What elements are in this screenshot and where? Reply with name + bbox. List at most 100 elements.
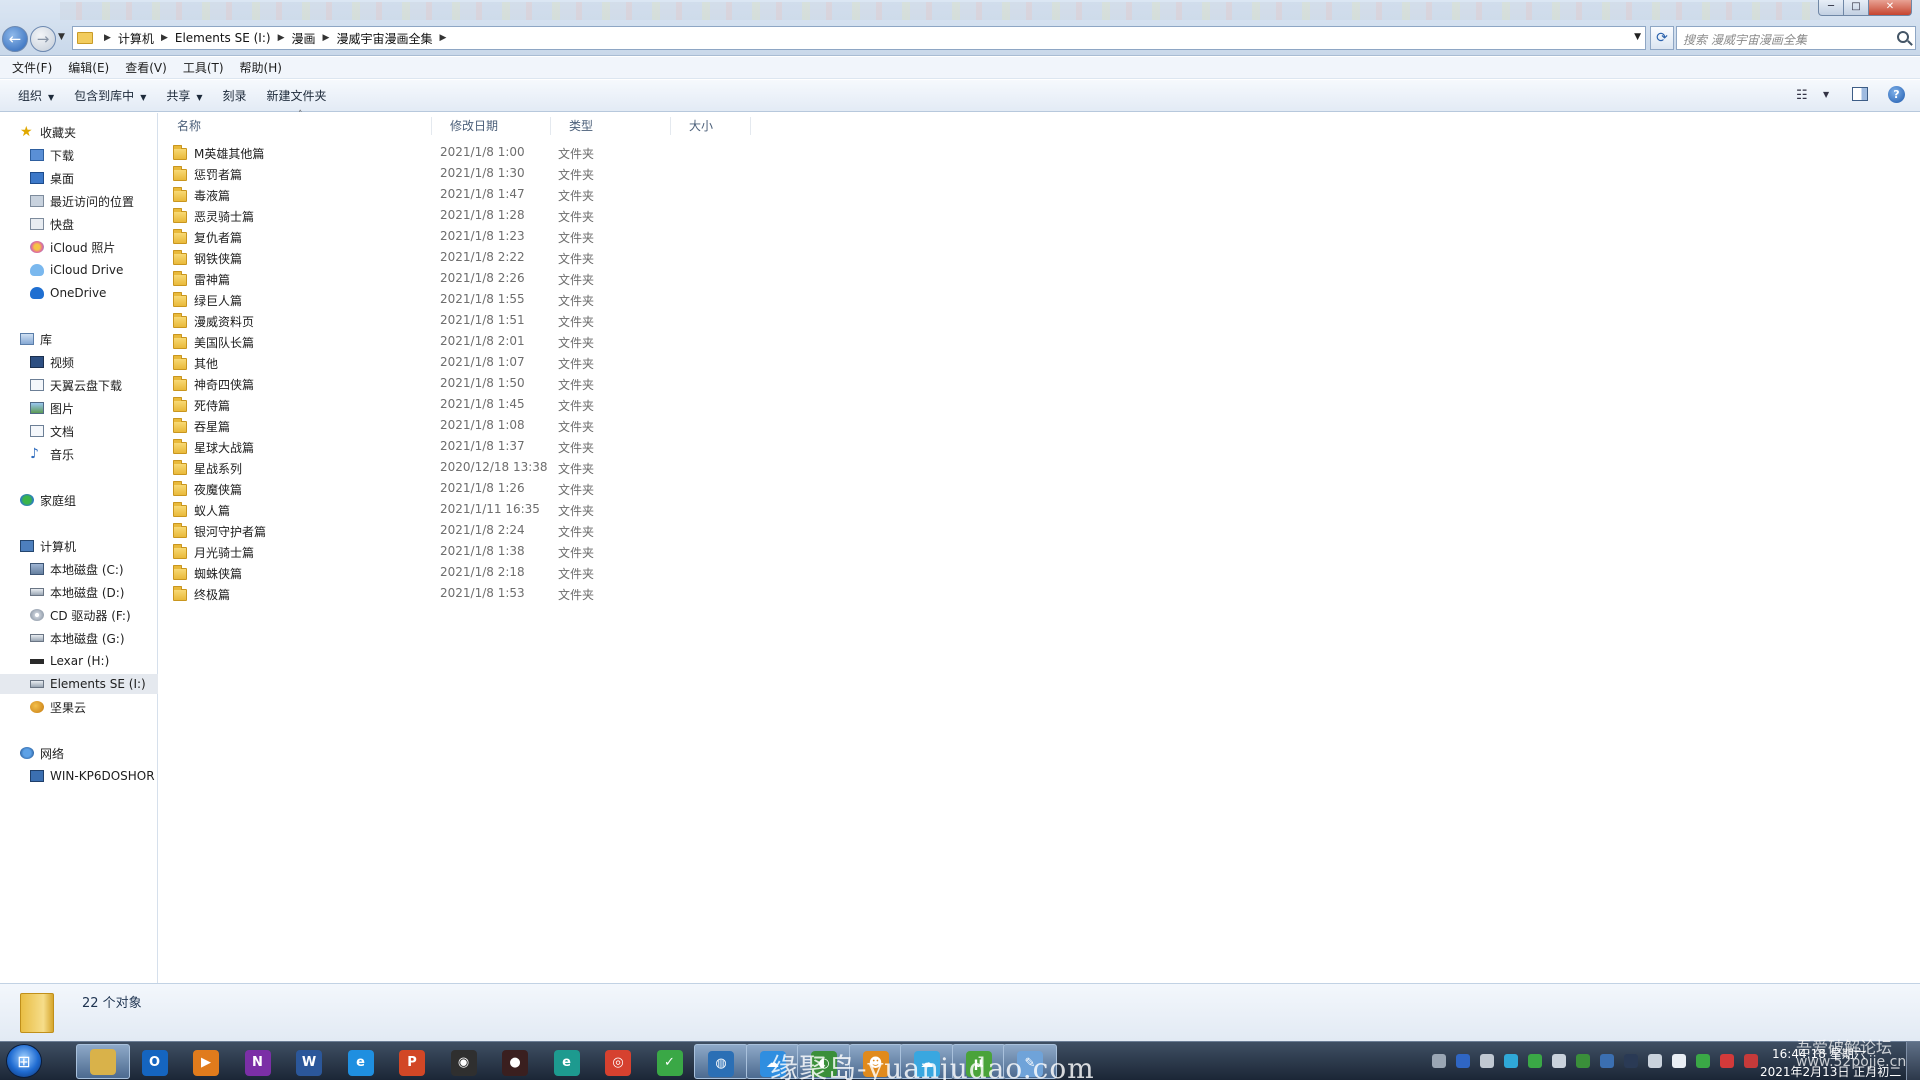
tray-icon[interactable] (1552, 1054, 1566, 1068)
file-row[interactable]: 钢铁侠篇 2021/1/8 2:22 文件夹 (173, 247, 753, 267)
chrome-taskbar-button[interactable]: ◎ (591, 1044, 645, 1079)
menu-edit[interactable]: 编辑(E) (60, 59, 117, 76)
nav-pictures[interactable]: 图片 (0, 398, 158, 418)
refresh-button[interactable]: ⟳ (1650, 26, 1674, 50)
start-button[interactable]: ⊞ (6, 1044, 42, 1078)
green-app-taskbar-button[interactable]: ✓ (643, 1044, 697, 1079)
breadcrumb-separator-icon[interactable]: ▶ (439, 33, 446, 43)
word-taskbar-button[interactable]: W (282, 1044, 336, 1079)
nav-onedrive[interactable]: OneDrive (0, 283, 158, 303)
nav-videos[interactable]: 视频 (0, 352, 158, 372)
tray-icon[interactable] (1528, 1054, 1542, 1068)
nav-music[interactable]: ♪ 音乐 (0, 444, 158, 464)
menu-file[interactable]: 文件(F) (4, 59, 60, 76)
file-row[interactable]: 银河守护者篇 2021/1/8 2:24 文件夹 (173, 520, 753, 540)
menu-tools[interactable]: 工具(T) (175, 59, 232, 76)
breadcrumb-separator-icon[interactable]: ▶ (161, 33, 168, 43)
file-row[interactable]: 星球大战篇 2021/1/8 1:37 文件夹 (173, 436, 753, 456)
tray-icon[interactable] (1624, 1054, 1638, 1068)
file-row[interactable]: 星战系列 2020/12/18 13:38 文件夹 (173, 457, 753, 477)
maximize-button[interactable]: □ (1843, 0, 1869, 16)
burn-button[interactable]: 刻录 (213, 87, 257, 104)
globe-app-taskbar-button[interactable]: ◍ (694, 1044, 748, 1079)
chevron-down-icon[interactable]: ▼ (1823, 90, 1829, 99)
file-row[interactable]: 月光骑士篇 2021/1/8 1:38 文件夹 (173, 541, 753, 561)
nav-drive-d[interactable]: 本地磁盘 (D:) (0, 582, 158, 602)
column-header-name[interactable]: 名称 (159, 117, 432, 135)
tray-icon[interactable] (1672, 1054, 1686, 1068)
address-bar[interactable]: ▶ 计算机 ▶ Elements SE (I:) ▶ 漫画 ▶ 漫威宇宙漫画全集… (72, 26, 1646, 50)
view-options-icon[interactable]: ☷ (1796, 88, 1808, 103)
tray-icon[interactable] (1432, 1054, 1446, 1068)
minimize-button[interactable]: ─ (1818, 0, 1844, 16)
file-row[interactable]: 吞星篇 2021/1/8 1:08 文件夹 (173, 415, 753, 435)
obs-taskbar-button[interactable]: ● (488, 1044, 542, 1079)
media-player-taskbar-button[interactable]: ▶ (179, 1044, 233, 1079)
breadcrumb-current-folder[interactable]: 漫威宇宙漫画全集 (336, 30, 432, 47)
file-row[interactable]: 蚁人篇 2021/1/11 16:35 文件夹 (173, 499, 753, 519)
organize-button[interactable]: 组织 ▼ (8, 87, 64, 104)
tray-icon[interactable] (1648, 1054, 1662, 1068)
nav-downloads[interactable]: 下载 (0, 145, 158, 165)
file-row[interactable]: 其他 2021/1/8 1:07 文件夹 (173, 352, 753, 372)
breadcrumb-computer[interactable]: 计算机 (118, 30, 154, 47)
tray-icon[interactable] (1480, 1054, 1494, 1068)
breadcrumb-drive[interactable]: Elements SE (I:) (175, 31, 271, 45)
file-row[interactable]: 美国队长篇 2021/1/8 2:01 文件夹 (173, 331, 753, 351)
nav-favorites[interactable]: ★ 收藏夹 (0, 122, 158, 142)
nav-icloud-drive[interactable]: iCloud Drive (0, 260, 158, 280)
nav-icloud-photos[interactable]: iCloud 照片 (0, 237, 158, 257)
file-row[interactable]: 恶灵骑士篇 2021/1/8 1:28 文件夹 (173, 205, 753, 225)
tray-icon[interactable] (1456, 1054, 1470, 1068)
close-button[interactable]: ✕ (1868, 0, 1912, 16)
explorer-taskbar-button[interactable] (76, 1044, 130, 1079)
nav-homegroup[interactable]: 家庭组 (0, 490, 158, 510)
nav-network[interactable]: 网络 (0, 743, 158, 763)
file-row[interactable]: M英雄其他篇 2021/1/8 1:00 文件夹 (173, 142, 753, 162)
column-header-modified[interactable]: 修改日期 (432, 117, 551, 135)
breadcrumb-comics[interactable]: 漫画 (292, 30, 316, 47)
file-row[interactable]: 蜘蛛侠篇 2021/1/8 2:18 文件夹 (173, 562, 753, 582)
nav-tianyi-downloads[interactable]: 天翼云盘下载 (0, 375, 158, 395)
file-row[interactable]: 神奇四侠篇 2021/1/8 1:50 文件夹 (173, 373, 753, 393)
nav-computer[interactable]: 计算机 (0, 536, 158, 556)
preview-pane-icon[interactable] (1852, 87, 1868, 101)
file-row[interactable]: 死侍篇 2021/1/8 1:45 文件夹 (173, 394, 753, 414)
edge-beta-taskbar-button[interactable]: e (540, 1044, 594, 1079)
menu-view[interactable]: 查看(V) (117, 59, 175, 76)
outlook-taskbar-button[interactable]: O (128, 1044, 182, 1079)
nav-drive-f[interactable]: CD 驱动器 (F:) (0, 605, 158, 625)
file-row[interactable]: 复仇者篇 2021/1/8 1:23 文件夹 (173, 226, 753, 246)
nav-drive-i[interactable]: Elements SE (I:) (0, 674, 158, 694)
new-folder-button[interactable]: 新建文件夹 (257, 87, 337, 104)
nav-kuaipan[interactable]: 快盘 (0, 214, 158, 234)
help-icon[interactable]: ? (1888, 86, 1905, 103)
file-row[interactable]: 漫威资料页 2021/1/8 1:51 文件夹 (173, 310, 753, 330)
column-header-type[interactable]: 类型 (551, 117, 671, 135)
nav-documents[interactable]: 文档 (0, 421, 158, 441)
nav-jianguoyun[interactable]: 坚果云 (0, 697, 158, 717)
nav-drive-g[interactable]: 本地磁盘 (G:) (0, 628, 158, 648)
file-row[interactable]: 惩罚者篇 2021/1/8 1:30 文件夹 (173, 163, 753, 183)
tray-icon[interactable] (1504, 1054, 1518, 1068)
include-in-library-button[interactable]: 包含到库中 ▼ (64, 87, 156, 104)
nav-desktop[interactable]: 桌面 (0, 168, 158, 188)
show-desktop-button[interactable] (1906, 1042, 1920, 1080)
recent-pages-chevron-icon[interactable]: ▼ (58, 32, 65, 42)
nav-drive-h[interactable]: Lexar (H:) (0, 651, 158, 671)
breadcrumb-separator-icon[interactable]: ▶ (104, 33, 111, 43)
breadcrumb-separator-icon[interactable]: ▶ (278, 33, 285, 43)
back-button[interactable]: ← (2, 26, 28, 52)
nav-libraries[interactable]: 库 (0, 329, 158, 349)
nav-drive-c[interactable]: 本地磁盘 (C:) (0, 559, 158, 579)
ie-taskbar-button[interactable]: e (334, 1044, 388, 1079)
file-row[interactable]: 终极篇 2021/1/8 1:53 文件夹 (173, 583, 753, 603)
nvidia-taskbar-button[interactable]: ◉ (437, 1044, 491, 1079)
powerpoint-taskbar-button[interactable]: P (385, 1044, 439, 1079)
file-row[interactable]: 雷神篇 2021/1/8 2:26 文件夹 (173, 268, 753, 288)
file-row[interactable]: 毒液篇 2021/1/8 1:47 文件夹 (173, 184, 753, 204)
file-row[interactable]: 夜魔侠篇 2021/1/8 1:26 文件夹 (173, 478, 753, 498)
search-input[interactable]: 搜索 漫威宇宙漫画全集 (1676, 26, 1916, 50)
breadcrumb-separator-icon[interactable]: ▶ (323, 33, 330, 43)
tray-icon[interactable] (1576, 1054, 1590, 1068)
